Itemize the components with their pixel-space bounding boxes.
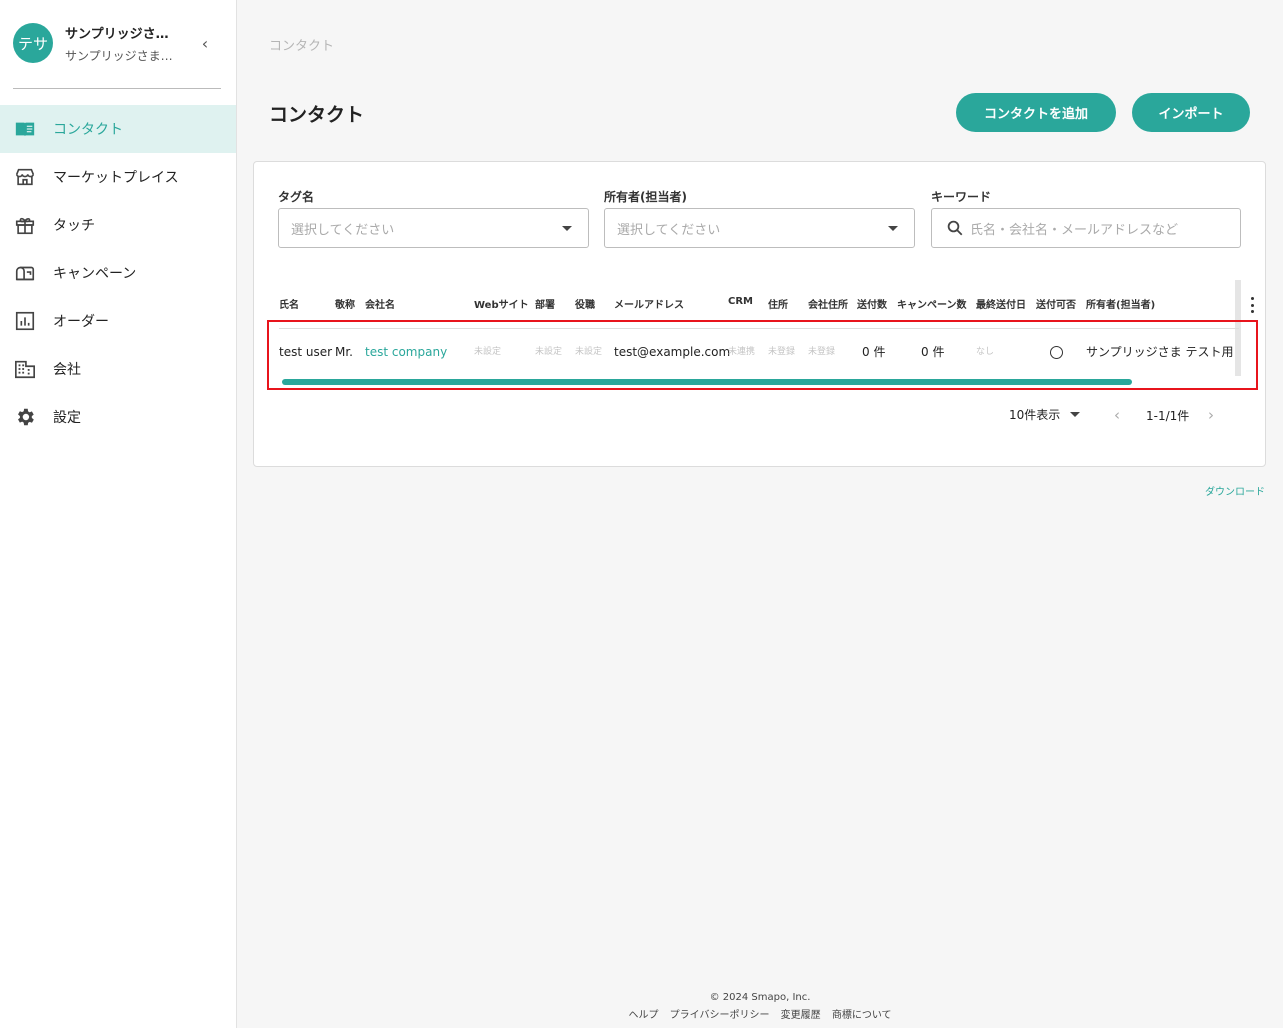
column-header[interactable]: 役職 [575,296,595,311]
sidebar-item-label: コンタクト [53,122,123,138]
owner-filter-select[interactable]: 選択してください [604,208,915,248]
sidebar-item-orders[interactable]: オーダー [0,297,236,345]
sidebar-item-contacts[interactable]: コンタクト [0,105,236,153]
column-header[interactable]: 会社名 [365,296,395,311]
breadcrumb[interactable]: コンタクト [269,35,334,54]
footer-link-trademark[interactable]: 商標について [832,1010,892,1021]
collapse-sidebar-icon[interactable]: ‹ [198,33,212,53]
building-icon [14,358,36,380]
avatar: テサ [13,23,53,63]
sidebar-item-label: マーケットプレイス [53,170,179,186]
column-header[interactable]: CRM [728,296,753,307]
chart-icon [14,310,36,332]
footer: © 2024 Smapo, Inc. ヘルプ プライバシーポリシー 変更履歴 商… [237,992,1283,1021]
download-link[interactable]: ダウンロード [1205,483,1265,498]
footer-link-privacy[interactable]: プライバシーポリシー [670,1010,770,1021]
owner-filter-placeholder: 選択してください [617,222,721,238]
contacts-card: タグ名 選択してください 所有者(担当者) 選択してください キーワード 氏名・… [253,161,1266,467]
gift-icon [14,214,36,236]
column-header[interactable]: 敬称 [335,296,355,311]
sidebar-item-campaign[interactable]: キャンペーン [0,249,236,297]
sidebar-item-label: タッチ [53,218,95,234]
column-menu-icon[interactable] [1246,297,1258,313]
search-icon [947,220,963,236]
dropdown-caret-icon [888,226,898,231]
column-header[interactable]: 最終送付日 [976,296,1026,311]
gear-icon [14,406,36,428]
next-page-icon[interactable]: › [1208,406,1214,424]
account-subtitle: サンプリッジさまテスト用 [65,49,180,63]
column-header[interactable]: メールアドレス [614,296,684,311]
mailbox-icon [14,262,36,284]
column-header[interactable]: 住所 [768,296,788,311]
book-icon [14,118,36,140]
column-header[interactable]: Webサイト [474,296,529,311]
column-header[interactable]: 会社住所 [808,296,848,311]
column-header[interactable]: 氏名 [279,296,299,311]
footer-link-help[interactable]: ヘルプ [628,1010,658,1021]
sidebar: テサ サンプリッジさまテスト用 サンプリッジさまテスト用 ‹ コンタクト マーケ… [0,0,237,1028]
store-icon [14,166,36,188]
column-header[interactable]: キャンペーン数 [897,296,967,311]
copyright: © 2024 Smapo, Inc. [709,992,811,1003]
tag-filter-label: タグ名 [278,190,315,204]
sidebar-item-label: 会社 [53,362,81,378]
sidebar-item-marketplace[interactable]: マーケットプレイス [0,153,236,201]
previous-page-icon[interactable]: ‹ [1114,406,1120,424]
tag-filter-placeholder: 選択してください [291,222,395,238]
sidebar-item-label: オーダー [53,314,109,330]
column-header[interactable]: 部署 [535,296,555,311]
table-header: 氏名 敬称 会社名 Webサイト 部署 役職 メールアドレス CRM 住所 会社… [254,296,1254,312]
sidebar-item-touch[interactable]: タッチ [0,201,236,249]
column-header[interactable]: 所有者(担当者) [1086,296,1155,311]
sidebar-item-company[interactable]: 会社 [0,345,236,393]
sidebar-item-label: 設定 [53,410,81,426]
sidebar-item-label: キャンペーン [53,266,137,282]
keyword-search-placeholder: 氏名・会社名・メールアドレスなど [970,222,1179,238]
page-title: コンタクト [269,104,365,126]
account-name: サンプリッジさまテスト用 [65,27,180,42]
tag-filter-select[interactable]: 選択してください [278,208,589,248]
footer-link-changelog[interactable]: 変更履歴 [781,1010,821,1021]
column-header[interactable]: 送付可否 [1036,296,1076,311]
highlight-box [267,320,1258,390]
page-size-label: 10件表示 [1009,408,1061,422]
page-range: 1-1/1件 [1146,409,1190,423]
sidebar-item-settings[interactable]: 設定 [0,393,236,441]
add-contact-button[interactable]: コンタクトを追加 [956,93,1116,132]
footer-links: ヘルプ プライバシーポリシー 変更履歴 商標について [237,1006,1283,1021]
sidebar-nav: コンタクト マーケットプレイス タッチ キャンペーン オーダー 会社 設定 [0,105,236,441]
keyword-search-input[interactable]: 氏名・会社名・メールアドレスなど [931,208,1241,248]
dropdown-caret-icon [1070,412,1081,417]
import-button[interactable]: インポート [1132,93,1250,132]
dropdown-caret-icon [562,226,572,231]
sidebar-divider [13,88,221,89]
column-header[interactable]: 送付数 [857,296,887,311]
owner-filter-label: 所有者(担当者) [604,190,687,204]
keyword-filter-label: キーワード [931,190,992,204]
account-switcher[interactable]: テサ サンプリッジさまテスト用 サンプリッジさまテスト用 ‹ [13,23,223,67]
page-size-select[interactable]: 10件表示 [1009,406,1081,423]
